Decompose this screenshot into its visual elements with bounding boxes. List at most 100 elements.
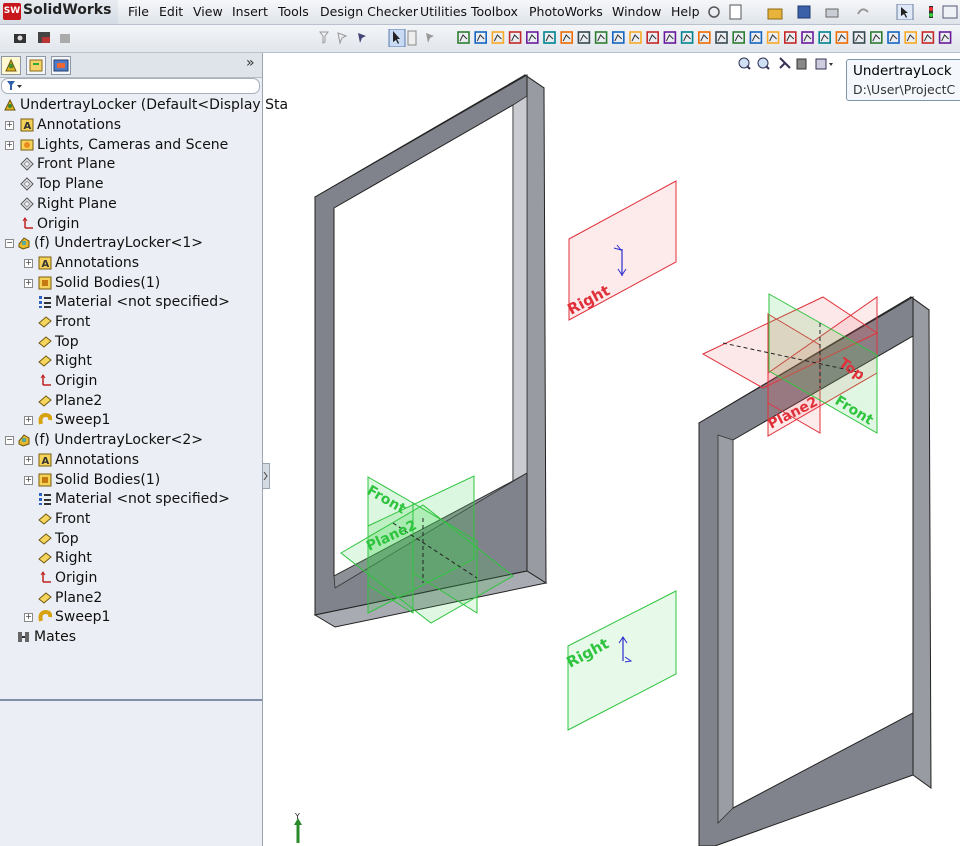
configuration-icon bbox=[53, 59, 69, 72]
filter-input[interactable] bbox=[1, 78, 260, 94]
tree-item-c1-origin[interactable]: Origin bbox=[38, 371, 97, 391]
expand-toggle-icon[interactable]: + bbox=[5, 141, 14, 150]
tree-item-label: Lights, Cameras and Scene bbox=[37, 137, 229, 153]
part-icon bbox=[17, 236, 31, 250]
feature-toolbar-icons[interactable] bbox=[456, 30, 960, 46]
tree-item-label: (f) UndertrayLocker<1> bbox=[34, 235, 203, 251]
camera-icons[interactable] bbox=[8, 29, 74, 47]
tree-item-label: Annotations bbox=[37, 117, 122, 133]
expand-toggle-icon[interactable]: + bbox=[24, 279, 33, 288]
y-axis-label: Y bbox=[294, 812, 300, 821]
tree-item-annotations[interactable]: A Annotations bbox=[20, 115, 121, 135]
plane-icon bbox=[20, 177, 34, 191]
svg-text:A: A bbox=[24, 121, 32, 132]
expand-tabs-chevron-icon[interactable]: » bbox=[246, 55, 255, 71]
right-plane-2[interactable]: Right bbox=[563, 590, 677, 731]
ref-plane-icon bbox=[38, 551, 52, 565]
tree-item-label: Right bbox=[55, 550, 92, 566]
tree-item-c1-top[interactable]: Top bbox=[38, 332, 79, 352]
configuration-manager-tab[interactable] bbox=[51, 56, 71, 75]
tree-item-label: Plane2 bbox=[55, 590, 103, 606]
tree-item-label: Solid Bodies(1) bbox=[55, 275, 161, 291]
tree-item-label: Front bbox=[55, 511, 91, 527]
tree-item-top-plane[interactable]: Top Plane bbox=[20, 174, 103, 194]
graphics-viewport[interactable]: Front Plane2 Right Right Plane2 Top Fron… bbox=[263, 53, 960, 846]
tree-item-c1-plane2[interactable]: Plane2 bbox=[38, 391, 102, 411]
menu-photoworks[interactable]: PhotoWorks bbox=[529, 4, 603, 19]
right-plane-1[interactable]: Right bbox=[564, 180, 677, 321]
feature-manager-tab[interactable] bbox=[1, 56, 21, 75]
menu-window[interactable]: Window bbox=[612, 4, 661, 19]
tree-item-c1-material[interactable]: Material <not specified> bbox=[38, 292, 230, 312]
tree-item-c2-sweep1[interactable]: Sweep1 bbox=[38, 607, 110, 627]
material-icon bbox=[38, 295, 52, 309]
ref-plane-icon bbox=[38, 532, 52, 546]
tree-item-c2-annotations[interactable]: A Annotations bbox=[38, 450, 139, 470]
origin-icon bbox=[38, 374, 52, 388]
feature-tree-icon bbox=[5, 58, 17, 72]
tree-item-component-2[interactable]: (f) UndertrayLocker<2> bbox=[17, 430, 203, 450]
tree-item-c1-front[interactable]: Front bbox=[38, 312, 90, 332]
tree-item-c2-origin[interactable]: Origin bbox=[38, 568, 97, 588]
property-manager-tab[interactable] bbox=[26, 56, 46, 75]
sw-logo-icon: SW bbox=[3, 3, 21, 20]
tree-item-front-plane[interactable]: Front Plane bbox=[20, 154, 115, 174]
tree-item-c2-front[interactable]: Front bbox=[38, 509, 90, 529]
svg-text:A: A bbox=[42, 456, 50, 467]
ref-plane-icon bbox=[38, 354, 52, 368]
tree-item-c1-sweep1[interactable]: Sweep1 bbox=[38, 410, 110, 430]
ref-plane-icon bbox=[38, 315, 52, 329]
ref-plane-icon bbox=[38, 335, 52, 349]
tree-item-c2-plane2[interactable]: Plane2 bbox=[38, 588, 102, 608]
menu-insert[interactable]: Insert bbox=[232, 4, 268, 19]
tree-root-assembly[interactable]: UndertrayLocker (Default<Display Sta bbox=[3, 95, 288, 115]
expand-toggle-icon[interactable]: + bbox=[24, 416, 33, 425]
tree-item-c1-annotations[interactable]: A Annotations bbox=[38, 253, 139, 273]
tree-item-c2-solid-bodies[interactable]: Solid Bodies(1) bbox=[38, 470, 160, 490]
menu-tools[interactable]: Tools bbox=[278, 4, 309, 19]
tree-item-label: Front bbox=[55, 314, 91, 330]
solid-bodies-icon bbox=[38, 473, 52, 487]
tree-item-label: Annotations bbox=[55, 452, 140, 468]
tree-item-c2-material[interactable]: Material <not specified> bbox=[38, 489, 230, 509]
ref-plane-icon bbox=[38, 591, 52, 605]
standard-toolbar-icons[interactable] bbox=[706, 4, 960, 20]
filter-icon bbox=[7, 81, 22, 90]
menu-help[interactable]: Help bbox=[671, 4, 700, 19]
tree-item-c2-top[interactable]: Top bbox=[38, 529, 79, 549]
menu-utilities[interactable]: Utilities bbox=[420, 4, 467, 19]
ref-plane-icon bbox=[38, 512, 52, 526]
menu-view[interactable]: View bbox=[193, 4, 223, 19]
mates-icon bbox=[17, 630, 31, 644]
tree-item-component-1[interactable]: (f) UndertrayLocker<1> bbox=[17, 233, 203, 253]
tree-item-origin[interactable]: Origin bbox=[20, 214, 79, 234]
assembly-icon bbox=[3, 98, 17, 112]
tree-item-mates[interactable]: Mates bbox=[17, 627, 76, 647]
property-icon bbox=[29, 59, 43, 72]
collapse-toggle-icon[interactable]: − bbox=[5, 239, 14, 248]
menu-toolbox[interactable]: Toolbox bbox=[471, 4, 518, 19]
annotations-icon: A bbox=[38, 453, 52, 467]
manager-tabs: » bbox=[0, 53, 262, 78]
svg-text:A: A bbox=[42, 259, 50, 270]
tree-item-c2-right[interactable]: Right bbox=[38, 548, 92, 568]
expand-toggle-icon[interactable]: + bbox=[24, 476, 33, 485]
expand-toggle-icon[interactable]: + bbox=[24, 613, 33, 622]
collapse-toggle-icon[interactable]: − bbox=[5, 436, 14, 445]
tree-item-c1-solid-bodies[interactable]: Solid Bodies(1) bbox=[38, 273, 160, 293]
tree-item-label: Front Plane bbox=[37, 156, 116, 172]
menu-file[interactable]: File bbox=[128, 4, 149, 19]
plane-icon bbox=[20, 197, 34, 211]
tree-item-lights-cameras[interactable]: Lights, Cameras and Scene bbox=[20, 135, 228, 155]
expand-toggle-icon[interactable]: + bbox=[5, 121, 14, 130]
tree-item-label: Origin bbox=[37, 216, 80, 232]
menu-edit[interactable]: Edit bbox=[159, 4, 183, 19]
menu-design-checker[interactable]: Design Checker bbox=[320, 4, 418, 19]
part-icon bbox=[17, 433, 31, 447]
panel-divider bbox=[0, 699, 262, 701]
expand-toggle-icon[interactable]: + bbox=[24, 259, 33, 268]
tree-item-c1-right[interactable]: Right bbox=[38, 351, 92, 371]
expand-toggle-icon[interactable]: + bbox=[24, 456, 33, 465]
command-toolbar bbox=[0, 25, 960, 53]
tree-item-right-plane[interactable]: Right Plane bbox=[20, 194, 117, 214]
